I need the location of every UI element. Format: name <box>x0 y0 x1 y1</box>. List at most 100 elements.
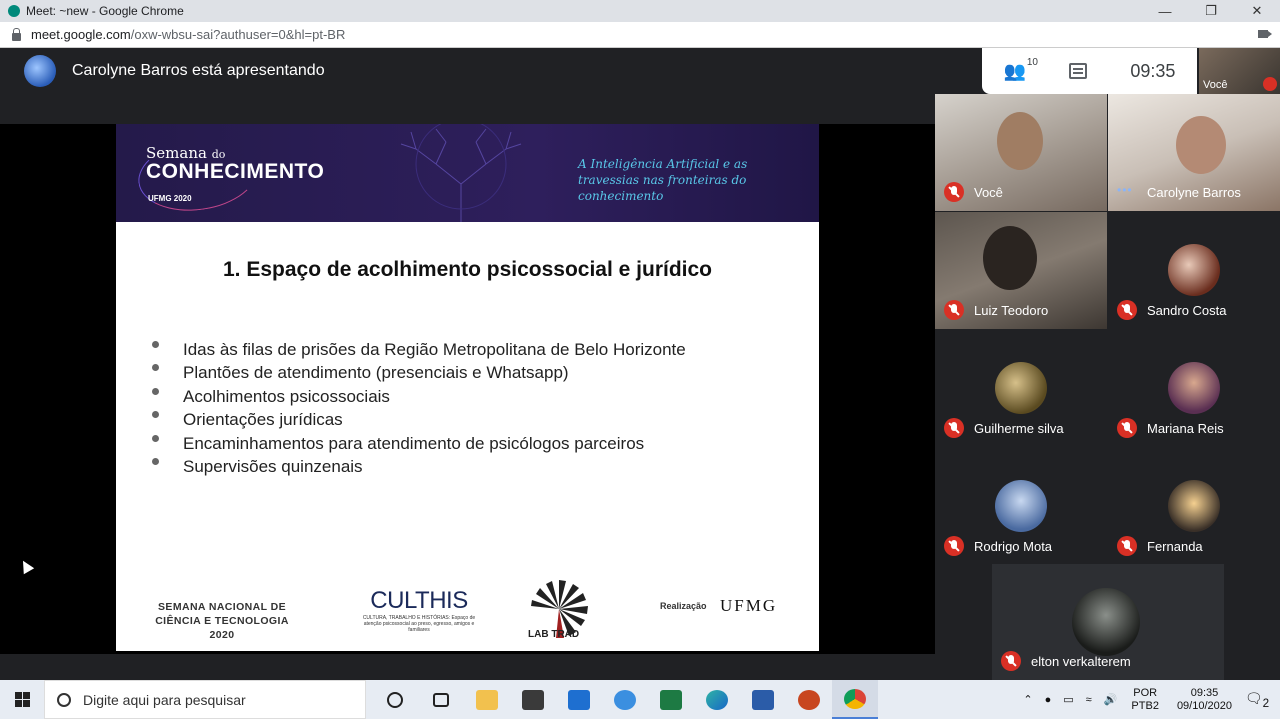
word-icon <box>752 689 774 710</box>
participant-name: Luiz Teodoro <box>974 303 1049 318</box>
banner-title-line2: CONHECIMENTO <box>146 160 325 183</box>
mail-icon <box>568 689 590 710</box>
participant-count: 10 <box>1026 56 1038 68</box>
edge-legacy-icon <box>614 689 636 710</box>
mouse-cursor-icon <box>17 557 35 575</box>
restore-button[interactable]: ❐ <box>1188 0 1234 22</box>
slide-bullet-list: Idas às filas de prisões da Região Metro… <box>146 338 686 478</box>
participant-video <box>997 112 1043 170</box>
notification-count: 2 <box>1262 696 1270 710</box>
word-button[interactable] <box>740 680 786 719</box>
notifications-button[interactable]: 🗨2 <box>1242 690 1272 710</box>
url-host: meet.google.com <box>31 27 131 42</box>
input-language[interactable]: POR PTB2 <box>1131 687 1159 713</box>
search-placeholder: Digite aqui para pesquisar <box>83 691 246 708</box>
file-explorer-button[interactable] <box>464 680 510 719</box>
start-button[interactable] <box>0 680 44 719</box>
chrome-icon <box>844 688 866 709</box>
people-icon: 👥 <box>1003 60 1026 81</box>
bullet-item: Acolhimentos psicossociais <box>146 385 686 408</box>
notifications-icon: 🗨 <box>1244 689 1263 706</box>
participant-name: Mariana Reis <box>1147 421 1224 436</box>
participant-tile[interactable]: Rodrigo Mota <box>935 448 1107 565</box>
participant-tile[interactable]: ••• Carolyne Barros <box>1108 94 1280 211</box>
participant-avatar <box>1072 588 1140 656</box>
fractal-tree-graphic <box>400 124 522 222</box>
browser-title-bar: Meet: ~new - Google Chrome — ❐ ✕ <box>0 0 1280 22</box>
excel-button[interactable] <box>648 680 694 719</box>
window-controls: — ❐ ✕ <box>1142 0 1280 22</box>
edge-legacy-button[interactable] <box>602 680 648 719</box>
mic-off-icon <box>1117 418 1137 438</box>
taskbar-search[interactable]: Digite aqui para pesquisar <box>44 680 366 719</box>
ufmg-logo: UFMG <box>720 596 778 615</box>
participant-avatar <box>1168 244 1220 296</box>
presenting-status: Carolyne Barros está apresentando <box>72 62 325 79</box>
battery-icon[interactable]: ▭ <box>1063 693 1073 706</box>
store-icon <box>522 689 544 710</box>
camera-in-use-icon[interactable] <box>1258 30 1272 38</box>
task-view-button[interactable] <box>418 680 464 719</box>
participant-tile[interactable]: Guilherme silva <box>935 330 1107 447</box>
presenter-bar: Carolyne Barros está apresentando <box>0 48 935 94</box>
minimize-button[interactable]: — <box>1142 0 1188 22</box>
chat-icon[interactable] <box>1069 63 1088 79</box>
participant-avatar <box>1168 480 1220 532</box>
close-button[interactable]: ✕ <box>1234 0 1280 22</box>
participant-tile[interactable]: Luiz Teodoro <box>935 212 1107 329</box>
task-view-icon <box>433 692 449 707</box>
participant-tile[interactable]: elton verkalterem <box>992 564 1224 680</box>
participant-name: Você <box>974 185 1003 200</box>
meeting-clock: 09:35 <box>1130 60 1176 81</box>
meet-window: Carolyne Barros está apresentando 👥 10 0… <box>0 48 1280 680</box>
mail-button[interactable] <box>556 680 602 719</box>
participant-tile[interactable]: Sandro Costa <box>1108 212 1280 329</box>
show-hidden-icons-chevron-icon[interactable]: ⌃ <box>1023 693 1032 706</box>
edge-button[interactable] <box>694 680 740 719</box>
microphone-icon[interactable]: ● <box>1045 694 1052 706</box>
lock-icon[interactable] <box>12 27 21 41</box>
participant-video <box>983 226 1037 290</box>
volume-icon[interactable]: 🔊 <box>1104 693 1118 706</box>
bullet-item: Idas às filas de prisões da Região Metro… <box>146 338 686 361</box>
meeting-top-controls: 👥 10 09:35 <box>982 48 1197 94</box>
address-bar[interactable]: meet.google.com /oxw-wbsu-sai?authuser=0… <box>0 22 1280 48</box>
mic-off-icon <box>1117 300 1137 320</box>
banner-tagline: A Inteligência Artificial e as travessia… <box>578 157 748 203</box>
mic-off-icon <box>944 418 964 438</box>
folder-icon <box>476 689 498 710</box>
meet-favicon-icon <box>8 5 20 17</box>
speaking-indicator-icon: ••• <box>1117 183 1133 197</box>
participant-name: elton verkalterem <box>1031 654 1131 669</box>
powerpoint-icon <box>798 689 820 710</box>
participant-tile[interactable]: Fernanda <box>1108 448 1280 565</box>
powerpoint-button[interactable] <box>786 680 832 719</box>
cortana-button[interactable] <box>372 680 418 719</box>
participant-tile[interactable]: Você <box>935 94 1107 211</box>
culthis-logo: CULTHIS CULTURA, TRABALHO E HISTÓRIAS: E… <box>362 587 476 633</box>
cortana-icon <box>387 691 403 708</box>
participant-avatar <box>1168 362 1220 414</box>
people-button[interactable]: 👥 10 <box>1003 57 1038 82</box>
banner-subtitle: UFMG 2020 <box>148 194 192 203</box>
participant-name: Carolyne Barros <box>1147 185 1241 200</box>
self-view-thumbnail[interactable]: Você <box>1199 48 1280 94</box>
labtrad-logo: LAB TRAD <box>528 578 590 640</box>
participant-avatar <box>995 362 1047 414</box>
mic-off-icon <box>944 300 964 320</box>
bullet-item: Encaminhamentos para atendimento de psic… <box>146 432 686 455</box>
participant-avatar <box>995 480 1047 532</box>
slide-heading: 1. Espaço de acolhimento psicossocial e … <box>223 258 712 281</box>
taskbar-apps <box>372 680 878 719</box>
mic-off-icon <box>1001 651 1021 671</box>
excel-icon <box>660 689 682 710</box>
participant-tile[interactable]: Mariana Reis <box>1108 330 1280 447</box>
realizacao-label: Realização <box>660 601 707 611</box>
chrome-button[interactable] <box>832 680 878 719</box>
wifi-icon[interactable]: ≈ <box>1086 694 1092 706</box>
snct-logo-text: SEMANA NACIONAL DE CIÊNCIA E TECNOLOGIA … <box>155 601 289 641</box>
edge-icon <box>706 689 728 710</box>
participant-video <box>1176 116 1226 174</box>
taskbar-clock[interactable]: 09:35 09/10/2020 <box>1177 687 1232 713</box>
store-button[interactable] <box>510 680 556 719</box>
